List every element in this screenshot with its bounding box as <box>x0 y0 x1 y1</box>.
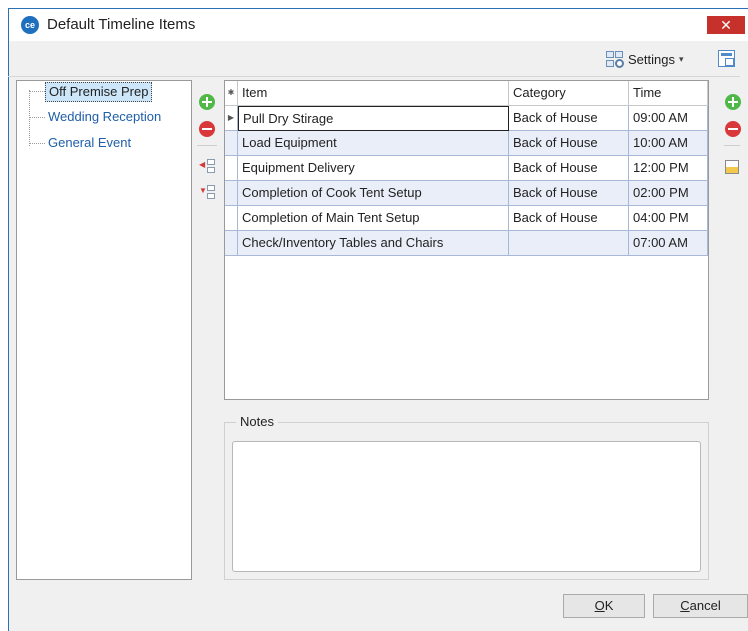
item-cell[interactable]: Completion of Main Tent Setup <box>238 206 509 231</box>
item-cell[interactable]: Load Equipment <box>238 131 509 156</box>
table-row[interactable]: Completion of Main Tent Setup Back of Ho… <box>225 206 708 231</box>
divider <box>724 145 740 146</box>
tree-connector <box>29 91 45 92</box>
row-selector[interactable] <box>225 181 238 206</box>
cancel-mnemonic: C <box>680 598 690 613</box>
app-logo-icon: ce <box>21 16 39 34</box>
item-cell[interactable]: Completion of Cook Tent Setup <box>238 181 509 206</box>
table-row[interactable]: Check/Inventory Tables and Chairs 07:00 … <box>225 231 708 256</box>
tree-item-label: Wedding Reception <box>48 109 162 124</box>
table-row[interactable]: ▶ Pull Dry Stirage Back of House 09:00 A… <box>225 106 708 131</box>
row-selector[interactable] <box>225 156 238 181</box>
item-cell[interactable]: Check/Inventory Tables and Chairs <box>238 231 509 256</box>
table-row[interactable]: Load Equipment Back of House 10:00 AM <box>225 131 708 156</box>
column-header-category[interactable]: Category <box>509 81 629 106</box>
title-bar: ce Default Timeline Items ✕ <box>9 9 748 41</box>
add-timeline-icon[interactable] <box>199 94 215 110</box>
time-cell[interactable]: 10:00 AM <box>629 131 708 156</box>
column-header-time[interactable]: Time <box>629 81 708 106</box>
table-row[interactable]: Equipment Delivery Back of House 12:00 P… <box>225 156 708 181</box>
row-edit-icon[interactable] <box>725 160 739 174</box>
remove-timeline-icon[interactable] <box>199 121 215 137</box>
time-cell[interactable]: 02:00 PM <box>629 181 708 206</box>
row-selector[interactable] <box>225 231 238 256</box>
column-header-item[interactable]: Item <box>238 81 509 106</box>
time-cell[interactable]: 04:00 PM <box>629 206 708 231</box>
notes-field[interactable] <box>232 441 701 572</box>
row-selector[interactable] <box>225 206 238 231</box>
tree-connector <box>29 117 45 118</box>
timeline-tree[interactable]: Off Premise Prep Wedding Reception Gener… <box>16 80 192 580</box>
grid-header-row: ✱ Item Category Time <box>225 81 708 106</box>
category-cell[interactable]: Back of House <box>509 131 629 156</box>
time-cell[interactable]: 12:00 PM <box>629 156 708 181</box>
indent-icon[interactable]: ▼ <box>199 184 217 202</box>
tree-item-label: General Event <box>48 135 132 150</box>
table-row[interactable]: Completion of Cook Tent Setup Back of Ho… <box>225 181 708 206</box>
tree-connector <box>29 90 30 146</box>
cancel-button[interactable]: Cancel <box>653 594 748 618</box>
chevron-down-icon: ▾ <box>678 53 684 64</box>
tree-item-label: Off Premise Prep <box>45 82 153 102</box>
settings-grid-icon <box>606 50 624 68</box>
category-cell[interactable]: Back of House <box>509 181 629 206</box>
settings-label: Settings <box>628 51 675 67</box>
outdent-icon[interactable]: ◀ <box>199 158 217 176</box>
ok-mnemonic: O <box>594 598 605 613</box>
window-title: Default Timeline Items <box>47 16 196 33</box>
item-cell[interactable]: Equipment Delivery <box>238 156 509 181</box>
layout-panel-icon[interactable] <box>718 50 735 67</box>
category-cell[interactable]: Back of House <box>509 206 629 231</box>
time-cell[interactable]: 09:00 AM <box>629 106 708 131</box>
cancel-label: ancel <box>689 598 721 613</box>
timeline-items-grid[interactable]: ✱ Item Category Time ▶ Pull Dry Stirage … <box>224 80 709 400</box>
divider <box>197 145 217 146</box>
tree-connector <box>29 143 45 144</box>
category-cell[interactable] <box>509 231 629 256</box>
category-cell[interactable]: Back of House <box>509 106 629 131</box>
row-selector[interactable] <box>225 131 238 156</box>
remove-item-icon[interactable] <box>725 121 741 137</box>
current-row-icon: ▶ <box>225 106 238 131</box>
ok-button[interactable]: OK <box>563 594 645 618</box>
row-header-corner: ✱ <box>225 81 238 106</box>
settings-button[interactable]: Settings ▾ <box>606 48 684 70</box>
time-cell[interactable]: 07:00 AM <box>629 231 708 256</box>
add-item-icon[interactable] <box>725 94 741 110</box>
notes-label: Notes <box>236 414 278 429</box>
close-button[interactable]: ✕ <box>707 16 745 34</box>
ok-label: K <box>604 598 614 613</box>
category-cell[interactable]: Back of House <box>509 156 629 181</box>
item-cell[interactable]: Pull Dry Stirage <box>238 106 509 131</box>
toolbar-divider <box>8 76 740 77</box>
